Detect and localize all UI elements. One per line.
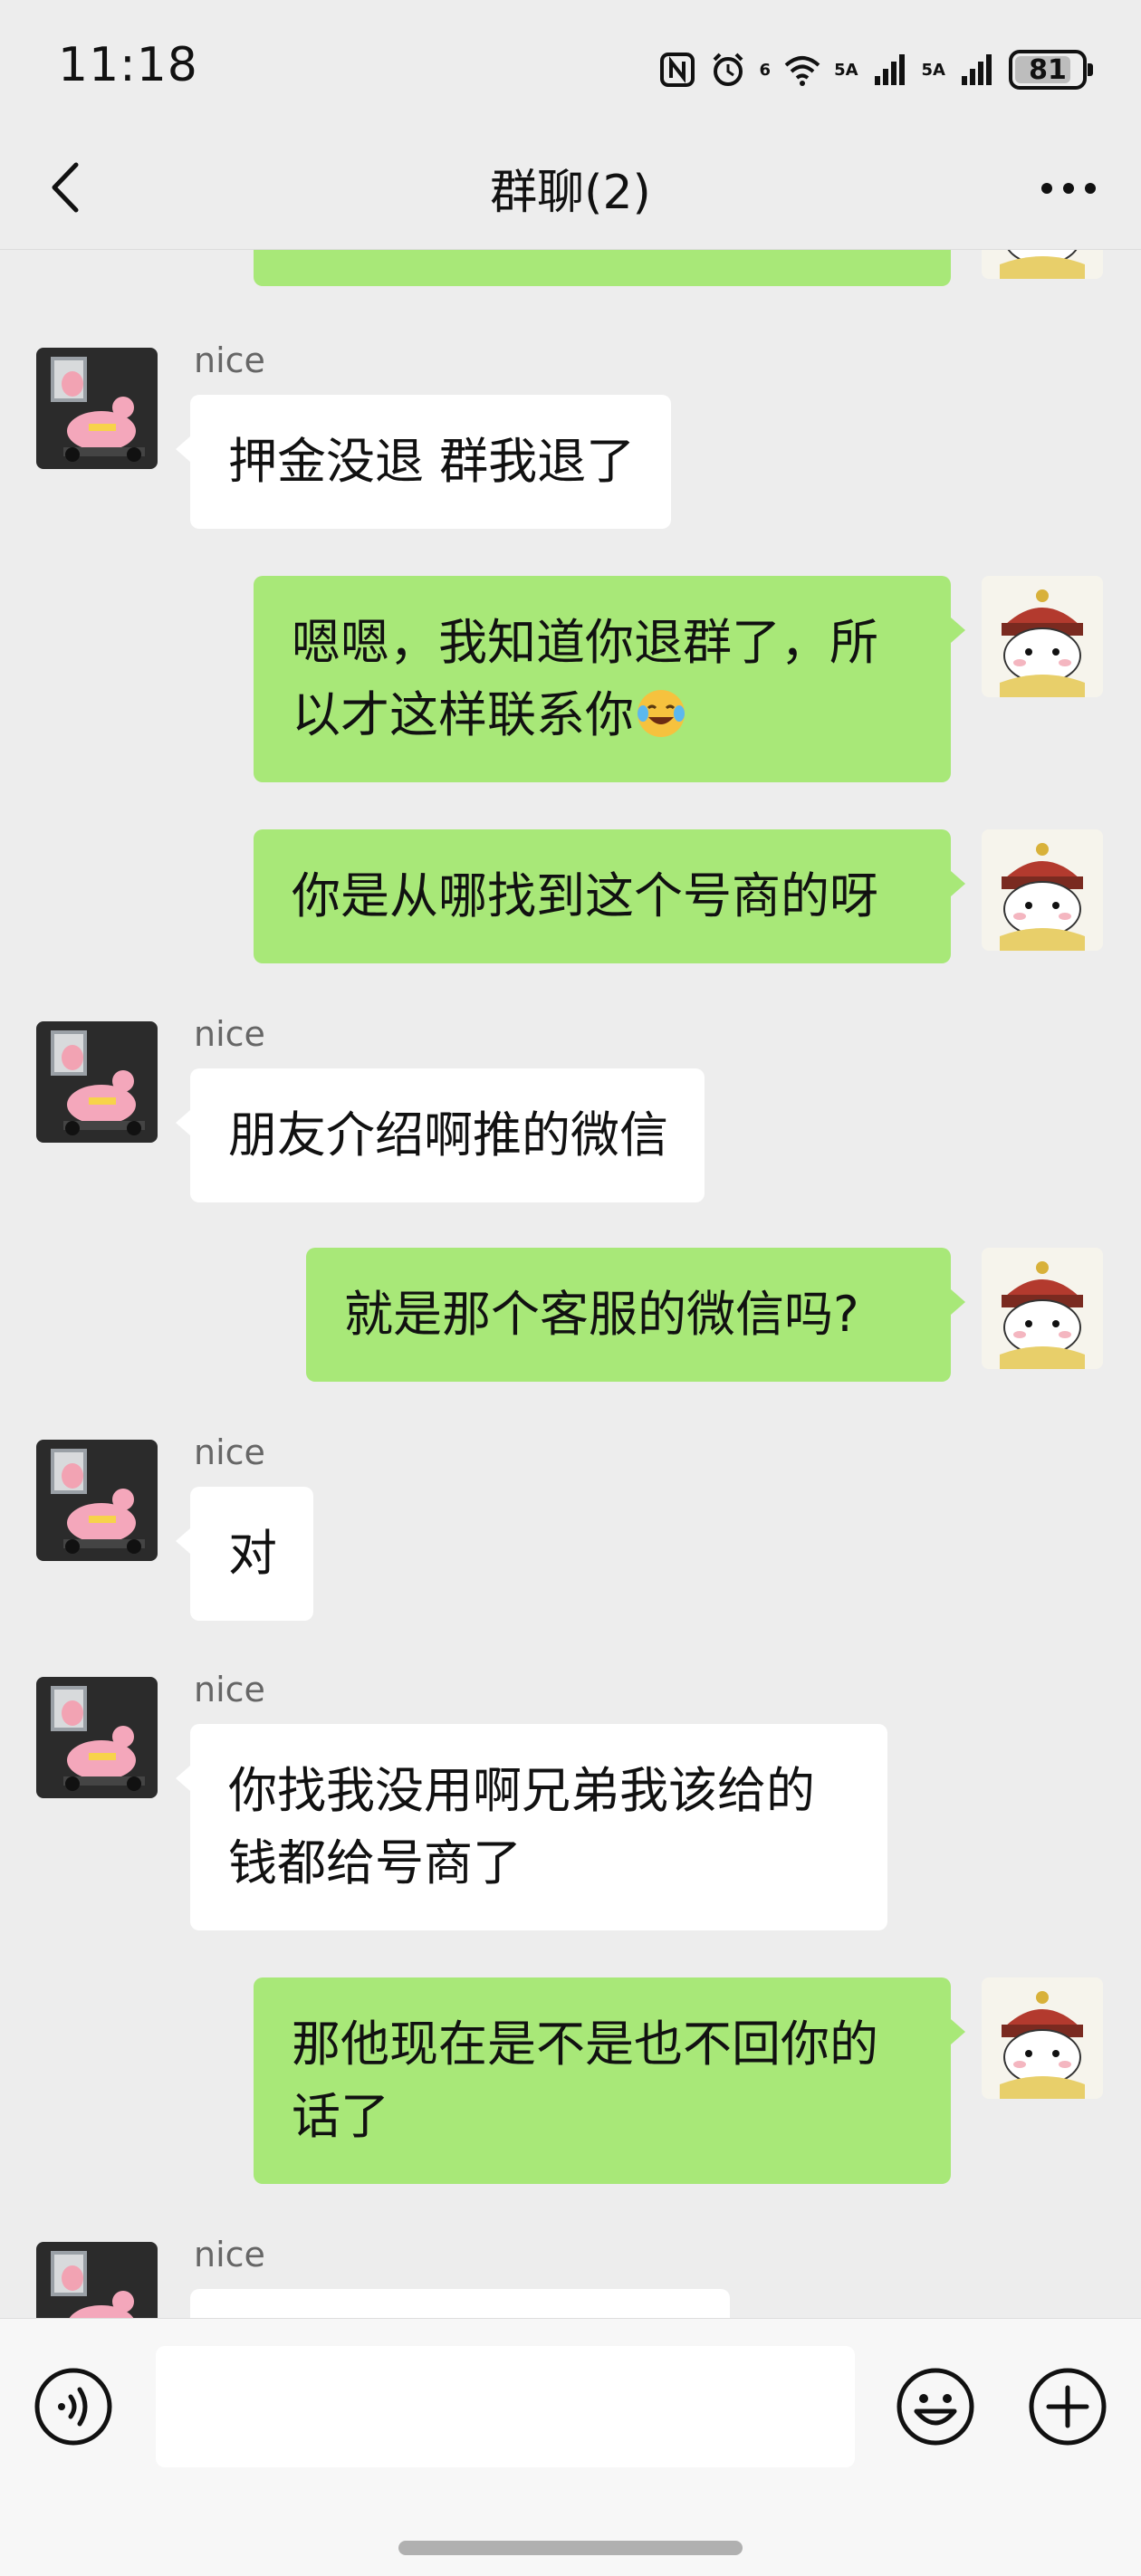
message-list[interactable]: nice 押金没退 群我退了 嗯嗯，我知道你退群了，所以才这样联系你 你是从哪找… bbox=[0, 250, 1141, 2318]
wifi-badge: 6 bbox=[759, 60, 772, 80]
my-avatar[interactable] bbox=[982, 1248, 1103, 1369]
message-bubble[interactable]: 朋友介绍啊推的微信 bbox=[176, 1068, 705, 1202]
signal-icon bbox=[874, 54, 905, 85]
plus-icon[interactable] bbox=[1027, 2366, 1108, 2447]
battery-icon: 81 bbox=[1009, 50, 1093, 90]
contact-avatar[interactable] bbox=[36, 2242, 158, 2318]
nfc-icon bbox=[659, 53, 695, 87]
contact-avatar[interactable] bbox=[36, 1021, 158, 1143]
my-avatar[interactable] bbox=[982, 576, 1103, 697]
message-bubble[interactable]: 那他现在是不是也不回你的话了 bbox=[254, 1977, 965, 2184]
message-text: 你找我没用啊兄弟我该给的钱都给号商了 bbox=[228, 1762, 815, 1891]
laugh-cry-emoji-icon bbox=[638, 690, 685, 737]
contact-avatar[interactable] bbox=[36, 1440, 158, 1561]
message-bubble[interactable]: 你找我没用啊兄弟我该给的钱都给号商了 bbox=[176, 1724, 887, 1930]
message-bubble[interactable]: 嗯嗯，我知道你退群了，所以才这样联系你 bbox=[254, 576, 965, 782]
message-bubble[interactable]: 就是那个客服的微信吗? bbox=[306, 1248, 965, 1382]
emoji-icon[interactable] bbox=[895, 2366, 976, 2447]
chat-title: 群聊(2) bbox=[490, 166, 651, 220]
sender-name: nice bbox=[194, 1432, 265, 1472]
input-bar bbox=[0, 2318, 1141, 2576]
chat-header: 群聊(2) bbox=[0, 136, 1141, 250]
message-text: 朋友介绍啊推的微信 bbox=[228, 1106, 668, 1164]
message-bubble-partial[interactable] bbox=[190, 2289, 730, 2318]
status-bar: 11:18 6 5A 5A 81 bbox=[0, 0, 1141, 136]
sender-name: nice bbox=[194, 1014, 265, 1054]
my-avatar[interactable] bbox=[982, 1977, 1103, 2099]
network-label-2: 5A bbox=[921, 60, 945, 80]
contact-avatar[interactable] bbox=[36, 1677, 158, 1798]
network-label-1: 5A bbox=[834, 60, 858, 80]
signal-icon-2 bbox=[962, 54, 992, 85]
message-text: 对 bbox=[228, 1525, 277, 1582]
home-indicator[interactable] bbox=[398, 2541, 743, 2555]
message-bubble[interactable]: 对 bbox=[176, 1487, 313, 1621]
sender-name: nice bbox=[194, 2235, 265, 2274]
message-input[interactable] bbox=[156, 2346, 855, 2467]
sender-name: nice bbox=[194, 340, 265, 380]
message-text: 押金没退 群我退了 bbox=[228, 433, 636, 490]
battery-level: 81 bbox=[1029, 53, 1067, 86]
message-bubble-partial[interactable] bbox=[254, 250, 951, 286]
message-text: 那他现在是不是也不回你的话了 bbox=[292, 2016, 878, 2145]
status-time: 11:18 bbox=[58, 38, 198, 92]
status-icons: 6 5A 5A 81 bbox=[658, 47, 1093, 92]
sender-name: nice bbox=[194, 1670, 265, 1709]
wifi-icon bbox=[784, 56, 820, 86]
more-options-icon[interactable] bbox=[1032, 161, 1105, 215]
message-text: 你是从哪找到这个号商的呀 bbox=[292, 867, 878, 924]
message-bubble[interactable]: 押金没退 群我退了 bbox=[175, 395, 672, 529]
message-text: 就是那个客服的微信吗? bbox=[344, 1286, 859, 1343]
voice-input-icon[interactable] bbox=[33, 2366, 114, 2447]
contact-avatar[interactable] bbox=[36, 348, 158, 469]
message-bubble[interactable]: 你是从哪找到这个号商的呀 bbox=[254, 829, 965, 963]
message-text: 嗯嗯，我知道你退群了，所以才这样联系你 bbox=[292, 614, 878, 743]
my-avatar[interactable] bbox=[982, 829, 1103, 951]
my-avatar[interactable] bbox=[982, 250, 1103, 279]
alarm-icon bbox=[713, 53, 743, 86]
